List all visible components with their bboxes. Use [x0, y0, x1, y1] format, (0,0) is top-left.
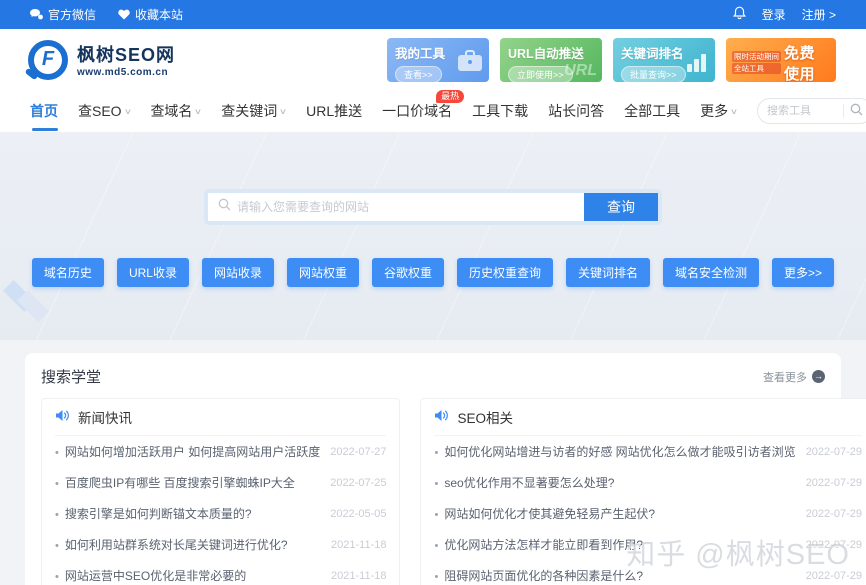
- list-item: 网站如何增加活跃用户 如何提高网站用户活跃度2022-07-27: [55, 436, 386, 467]
- news-column: 新闻快讯 网站如何增加活跃用户 如何提高网站用户活跃度2022-07-27 百度…: [41, 398, 400, 585]
- search-icon[interactable]: [850, 103, 863, 119]
- query-button[interactable]: 查询: [584, 193, 658, 221]
- briefcase-icon: [457, 50, 483, 77]
- nav-check-keyword[interactable]: 查关键词∨: [221, 101, 286, 121]
- promo-card-my-tools[interactable]: 我的工具 查看>>: [387, 38, 489, 82]
- speaker-icon: [434, 409, 449, 425]
- site-name: 枫树SEO网: [77, 41, 175, 67]
- topbar: 官方微信 收藏本站 登录 注册 >: [0, 0, 866, 29]
- chevron-down-icon: ∨: [123, 107, 131, 116]
- header: F 枫树SEO网 www.md5.com.cn 我的工具 查看>> URL自动推…: [0, 29, 866, 90]
- favorite-label: 收藏本站: [135, 6, 183, 23]
- tag-history-weight[interactable]: 历史权重查询: [457, 258, 553, 287]
- site-query-input[interactable]: [237, 200, 574, 214]
- section-title: 搜索学堂: [41, 366, 101, 387]
- list-item: 如何优化网站增进与访者的好感 网站优化怎么做才能吸引访者浏览2022-07-29: [434, 436, 861, 467]
- logo-magnifier-icon: F: [28, 40, 68, 80]
- list-item: 网站如何优化才使其避免轻易产生起伏?2022-07-29: [434, 498, 861, 529]
- view-more-link[interactable]: 查看更多 →: [763, 369, 825, 385]
- hot-badge: 最热: [436, 90, 464, 103]
- nav-url-push[interactable]: URL推送: [306, 101, 362, 121]
- logo[interactable]: F 枫树SEO网 www.md5.com.cn: [28, 40, 175, 80]
- tag-google-weight[interactable]: 谷歌权重: [372, 258, 444, 287]
- nav-webmaster-qa[interactable]: 站长问答: [548, 101, 604, 121]
- favorite-site-link[interactable]: 收藏本站: [118, 6, 183, 23]
- wechat-label: 官方微信: [48, 6, 96, 23]
- list-item: 网站运营中SEO优化是非常必要的2021-11-18: [55, 560, 386, 585]
- arrow-right-icon: →: [812, 370, 825, 383]
- chevron-down-icon: ∨: [730, 107, 738, 116]
- nav-tool-download[interactable]: 工具下载: [472, 101, 528, 121]
- chevron-down-icon: ∨: [194, 107, 202, 116]
- promo-action-button[interactable]: 查看>>: [395, 66, 442, 82]
- main-nav: 首页 查SEO∨ 查域名∨ 查关键词∨ URL推送 一口价域名最热 工具下载 站…: [0, 90, 866, 133]
- hero-section: 查询 域名历史 URL收录 网站收录 网站权重 谷歌权重 历史权重查询 关键词排…: [0, 133, 866, 340]
- column-title: 新闻快讯: [78, 407, 132, 427]
- site-url: www.md5.com.cn: [77, 67, 175, 78]
- search-icon: [218, 198, 231, 216]
- tag-domain-history[interactable]: 域名历史: [32, 258, 104, 287]
- heart-icon: [118, 9, 130, 20]
- tag-url-index[interactable]: URL收录: [117, 258, 189, 287]
- promo-action-button[interactable]: 批量查询>>: [621, 66, 686, 82]
- chevron-down-icon: ∨: [279, 107, 287, 116]
- promo-title: URL自动推送: [508, 43, 594, 62]
- nav-more[interactable]: 更多∨: [700, 101, 737, 121]
- nav-all-tools[interactable]: 全部工具: [624, 101, 680, 121]
- list-item: 百度爬虫IP有哪些 百度搜索引擎蜘蛛IP大全2022-07-25: [55, 467, 386, 498]
- seo-column: SEO相关 如何优化网站增进与访者的好感 网站优化怎么做才能吸引访者浏览2022…: [420, 398, 866, 585]
- list-item: 搜索引擎是如何判断锚文本质量的?2022-05-05: [55, 498, 386, 529]
- tool-search-input[interactable]: [767, 105, 837, 117]
- list-item: 阻碍网站页面优化的各种因素是什么?2022-07-29: [434, 560, 861, 585]
- promo-action-button[interactable]: 立即使用>>: [508, 66, 573, 82]
- promo-card-keyword-rank[interactable]: 关键词排名 批量查询>>: [613, 38, 715, 82]
- content-section: 搜索学堂 查看更多 → 新闻快讯 网站如何增加活跃用户 如何提高网站用户活跃度2…: [0, 340, 866, 585]
- tool-search-box: [757, 98, 866, 124]
- url-icon: URL: [564, 62, 597, 80]
- list-item: 如何利用站群系统对长尾关键词进行优化?2021-11-18: [55, 529, 386, 560]
- promo-taglines: 限时活动期间 全站工具: [732, 51, 781, 74]
- list-item: seo优化作用不显著要怎么处理?2022-07-29: [434, 467, 861, 498]
- quick-tool-tags: 域名历史 URL收录 网站收录 网站权重 谷歌权重 历史权重查询 关键词排名 域…: [32, 258, 834, 287]
- promo-title: 免费使用: [784, 42, 830, 82]
- list-item: 优化网站方法怎样才能立即看到作用?2022-07-29: [434, 529, 861, 560]
- divider: [843, 104, 844, 118]
- login-link[interactable]: 登录: [762, 6, 786, 23]
- nav-check-domain[interactable]: 查域名∨: [150, 101, 201, 121]
- tag-keyword-rank[interactable]: 关键词排名: [566, 258, 650, 287]
- nav-check-seo[interactable]: 查SEO∨: [78, 101, 130, 121]
- nav-fixed-price-domain[interactable]: 一口价域名最热: [382, 101, 452, 121]
- speaker-icon: [55, 409, 70, 425]
- tag-site-weight[interactable]: 网站权重: [287, 258, 359, 287]
- bell-icon[interactable]: [733, 6, 746, 23]
- site-query-bar: 查询: [204, 189, 662, 225]
- promo-card-url-push[interactable]: URL自动推送 立即使用>> URL: [500, 38, 602, 82]
- search-school-card: 搜索学堂 查看更多 → 新闻快讯 网站如何增加活跃用户 如何提高网站用户活跃度2…: [25, 353, 841, 585]
- bar-chart-icon: [685, 52, 709, 77]
- register-link[interactable]: 注册 >: [802, 6, 836, 23]
- promo-card-free-use[interactable]: 限时活动期间 全站工具 免费使用 点击查看>>: [726, 38, 836, 82]
- tag-site-index[interactable]: 网站收录: [202, 258, 274, 287]
- tag-more[interactable]: 更多>>: [772, 258, 834, 287]
- promo-cards: 我的工具 查看>> URL自动推送 立即使用>> URL 关键词排名 批量查询>…: [387, 38, 836, 82]
- nav-home[interactable]: 首页: [30, 101, 58, 121]
- official-wechat-link[interactable]: 官方微信: [30, 6, 96, 23]
- column-title: SEO相关: [457, 407, 513, 427]
- tag-domain-security[interactable]: 域名安全检测: [663, 258, 759, 287]
- wechat-icon: [30, 9, 43, 20]
